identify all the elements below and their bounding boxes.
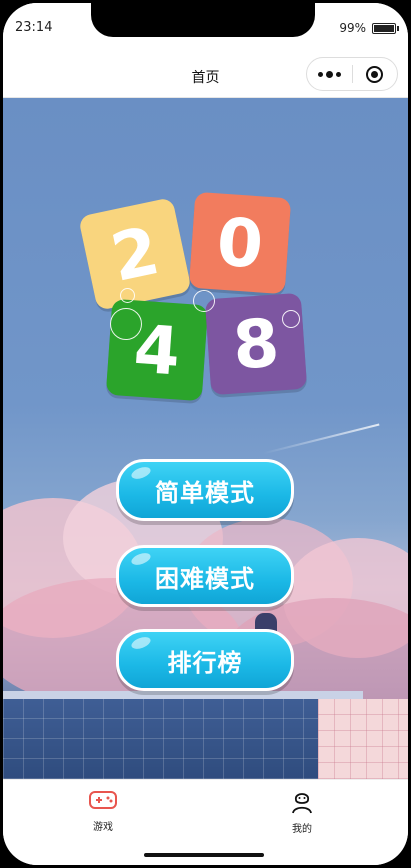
status-time: 23:14: [15, 20, 53, 35]
button-shine: [129, 550, 153, 568]
nav-bar: 首页: [3, 51, 408, 98]
bubble: [282, 310, 300, 328]
battery-percent: 99%: [339, 21, 366, 35]
battery-icon: [372, 23, 399, 34]
phone-frame: 23:14 99% 首页 2 0 4 8 简单模式 困难模式 排行榜 游戏 我的: [3, 3, 408, 865]
user-icon: [292, 793, 312, 814]
pool-edge: [3, 691, 363, 699]
button-shine: [129, 464, 153, 482]
target-circle-icon[interactable]: [353, 65, 398, 83]
notch: [91, 3, 315, 37]
logo-tile-8: 8: [204, 292, 308, 396]
gamepad-icon: [89, 791, 117, 809]
hard-mode-button[interactable]: 困难模式: [116, 545, 294, 607]
logo-tile-2: 2: [78, 197, 192, 311]
leaderboard-button[interactable]: 排行榜: [116, 629, 294, 691]
easy-mode-label: 简单模式: [155, 478, 255, 507]
tab-mine-label: 我的: [292, 824, 312, 835]
logo-tile-0: 0: [188, 191, 292, 295]
bubble: [110, 308, 142, 340]
easy-mode-button[interactable]: 简单模式: [116, 459, 294, 521]
tab-bar: 游戏 我的: [3, 779, 408, 865]
tab-game-label: 游戏: [93, 822, 113, 833]
tab-game[interactable]: 游戏: [63, 788, 143, 833]
button-shine: [129, 634, 153, 652]
background-scene: 2 0 4 8 简单模式 困难模式 排行榜: [3, 98, 408, 779]
bubble: [193, 290, 215, 312]
tab-mine[interactable]: 我的: [262, 788, 342, 835]
more-dots-icon[interactable]: [307, 70, 352, 78]
status-bar: 23:14 99%: [3, 3, 408, 51]
mini-program-capsule: [306, 57, 398, 91]
plane-trail: [262, 423, 380, 455]
home-indicator[interactable]: [144, 853, 264, 857]
leaderboard-label: 排行榜: [167, 648, 243, 677]
hard-mode-label: 困难模式: [155, 564, 255, 593]
pool-tiles: [318, 699, 408, 779]
bubble: [120, 288, 135, 303]
